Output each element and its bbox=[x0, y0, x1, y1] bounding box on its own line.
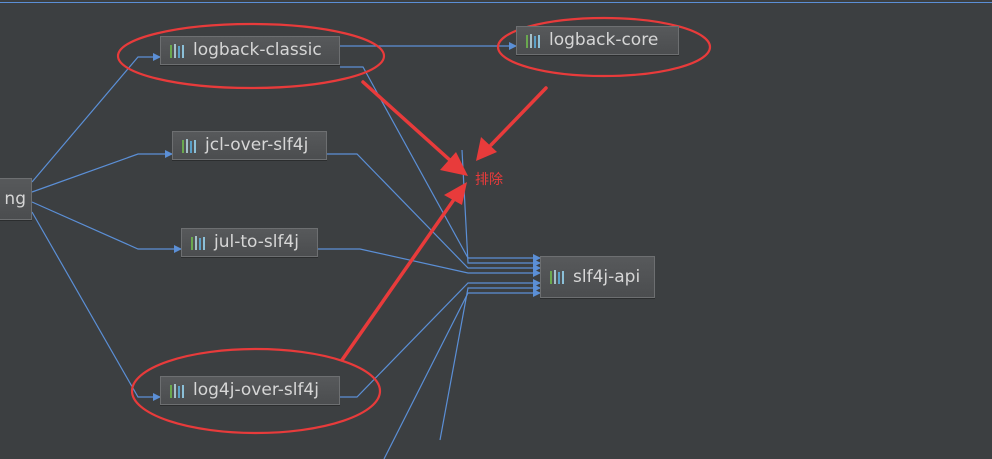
dependency-graph bbox=[31, 16, 712, 459]
edge-root-jul-to-slf4j bbox=[31, 201, 182, 253]
library-icon bbox=[550, 270, 564, 284]
node-logback-classic[interactable]: logback-classic bbox=[160, 36, 340, 65]
edge-logback-core-slf4j-api bbox=[461, 149, 541, 267]
edge-root-log4j-over-slf4j bbox=[31, 211, 161, 401]
node-label: logback-core bbox=[549, 30, 659, 50]
edge-jcl-over-slf4j-slf4j-api bbox=[327, 153, 541, 272]
node-label: logback-classic bbox=[193, 40, 322, 60]
node-logback-core[interactable]: logback-core bbox=[516, 26, 679, 55]
node-spring-boot-starter-logging[interactable]: ng bbox=[0, 178, 32, 220]
exclude-arrowhead-3 bbox=[444, 182, 467, 205]
node-slf4j-api[interactable]: slf4j-api bbox=[540, 256, 655, 298]
edge-root-jcl-over-slf4j bbox=[31, 150, 173, 193]
library-icon bbox=[191, 235, 205, 250]
node-label: jcl-over-slf4j bbox=[205, 135, 309, 155]
library-icon bbox=[170, 43, 184, 58]
node-label: jul-to-slf4j bbox=[214, 232, 299, 252]
library-icon bbox=[170, 383, 184, 398]
edge-jul-to-slf4j-slf4j-api bbox=[318, 248, 541, 277]
node-label: ng bbox=[4, 188, 26, 209]
edge-lower-a-slf4j-api bbox=[439, 284, 541, 441]
library-icon bbox=[182, 138, 196, 153]
library-icon bbox=[526, 33, 540, 48]
node-jul-to-slf4j[interactable]: jul-to-slf4j bbox=[181, 228, 318, 257]
node-label: slf4j-api bbox=[573, 266, 641, 287]
node-jcl-over-slf4j[interactable]: jcl-over-slf4j bbox=[172, 131, 327, 160]
edge-logback-classic-slf4j-api bbox=[340, 66, 541, 262]
exclude-arrow-from-logback-core bbox=[489, 86, 548, 147]
node-log4j-over-slf4j[interactable]: log4j-over-slf4j bbox=[160, 376, 340, 405]
exclude-arrow-from-logback-classic bbox=[361, 80, 454, 164]
exclude-arrow-from-log4j-over-slf4j bbox=[340, 196, 457, 362]
edge-root-logback-classic bbox=[31, 53, 161, 183]
exclude-annotation-label: 排除 bbox=[475, 172, 503, 188]
node-label: log4j-over-slf4j bbox=[193, 380, 319, 400]
edge-log4j-over-slf4j-slf4j-api bbox=[340, 279, 541, 398]
